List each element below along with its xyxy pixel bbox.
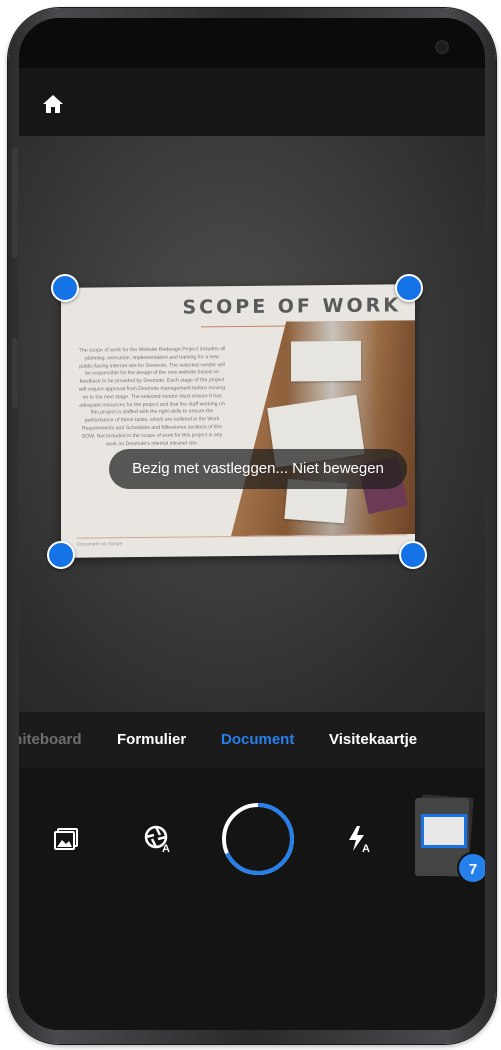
shutter-progress-ring [222,803,294,875]
front-camera [435,40,449,54]
document-title: SCOPE OF WORK [182,294,401,319]
gallery-button[interactable] [53,826,83,856]
document-preview: SCOPE OF WORK The scope of work for the … [61,284,415,558]
scan-count-badge: 7 [457,852,485,884]
document-photo [231,320,415,536]
mode-visitekaartje[interactable]: Visitekaartje [329,712,417,768]
document-footer-text: Document on Scope [77,541,123,548]
mode-document[interactable]: Document [221,712,294,768]
flash-auto-icon: A [349,826,370,855]
phone-screen: SCOPE OF WORK The scope of work for the … [19,18,485,1030]
thumbnail-document [421,814,467,848]
capture-status-toast: Bezig met vastleggen... Niet bewegen [109,449,407,489]
camera-viewfinder[interactable]: SCOPE OF WORK The scope of work for the … [19,136,485,712]
svg-text:A: A [162,843,170,854]
document-body-text: The scope of work for the Website Redesi… [78,346,226,447]
auto-capture-icon: A [144,825,170,855]
shutter-button[interactable] [221,802,295,876]
image-gallery-icon [54,828,78,850]
mode-formulier[interactable]: Formulier [117,712,186,768]
home-icon [43,95,63,113]
svg-text:A: A [362,843,370,854]
crop-handle-top-left[interactable] [51,274,79,302]
bixby-button [12,338,18,408]
mode-whiteboard[interactable]: Whiteboard [19,712,82,768]
home-button[interactable] [41,92,65,116]
capture-controls: A A 7 [19,768,485,1030]
top-bar [19,68,485,136]
status-area [19,18,485,68]
volume-button [12,148,18,258]
crop-handle-bottom-right[interactable] [399,541,427,569]
capture-mode-bar: Whiteboard Formulier Document Visitekaar… [19,712,485,768]
crop-handle-top-right[interactable] [395,274,423,302]
crop-handle-bottom-left[interactable] [47,541,75,569]
flash-button[interactable]: A [345,824,375,855]
auto-capture-button[interactable]: A [143,824,173,855]
blueprint-sheet [291,341,361,382]
